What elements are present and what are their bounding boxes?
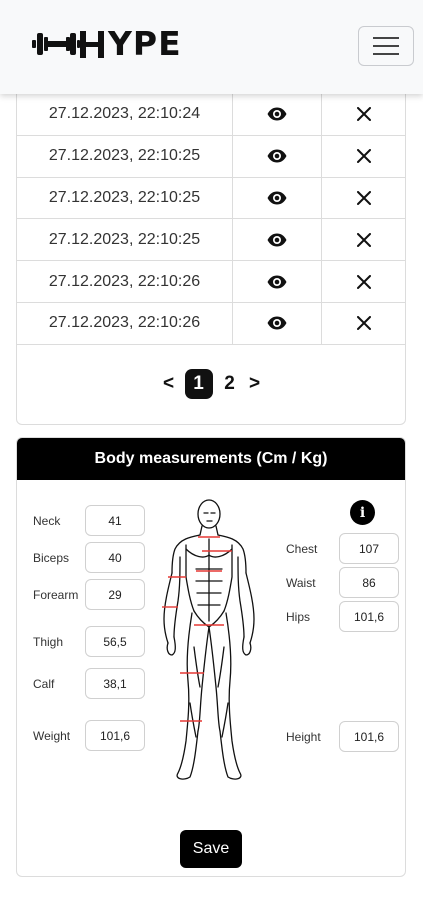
table-row: 27.12.2023, 22:10:26 [17, 302, 405, 345]
view-button[interactable] [233, 302, 322, 344]
delete-button[interactable] [322, 303, 405, 344]
delete-button[interactable] [322, 136, 405, 177]
hamburger-icon-line-1 [373, 37, 399, 39]
pagination-page-2[interactable]: 2 [221, 369, 239, 399]
row-date: 27.12.2023, 22:10:25 [17, 177, 233, 219]
chest-input[interactable]: 107 [339, 533, 399, 564]
hips-input[interactable]: 101,6 [339, 601, 399, 632]
neck-input[interactable]: 41 [85, 505, 145, 536]
height-input[interactable]: 101,6 [339, 721, 399, 752]
view-button[interactable] [233, 94, 322, 135]
biceps-row: Biceps [33, 551, 69, 565]
forearm-input[interactable]: 29 [85, 579, 145, 610]
logo[interactable]: YPE [32, 24, 182, 63]
info-icon[interactable]: i [350, 500, 375, 525]
hamburger-icon-line-2 [373, 45, 399, 47]
pagination-prev-button[interactable]: < [161, 369, 177, 399]
pagination: < 1 2 > [0, 366, 423, 402]
view-button[interactable] [233, 177, 322, 219]
thigh-input[interactable]: 56,5 [85, 626, 145, 657]
chest-label: Chest [286, 542, 318, 556]
neck-label: Neck [33, 514, 61, 528]
forearm-row: Forearm [33, 588, 78, 602]
measurements-title: Body measurements (Cm / Kg) [17, 438, 405, 480]
hamburger-icon-line-3 [373, 53, 399, 55]
hips-row: Hips [286, 610, 310, 624]
eye-icon [267, 316, 287, 330]
weight-label: Weight [33, 729, 71, 743]
table-row: 27.12.2023, 22:10:25 [17, 135, 405, 178]
pagination-next-button[interactable]: > [247, 369, 263, 399]
chest-row: Chest [286, 542, 317, 556]
table-row: 27.12.2023, 22:10:24 [17, 94, 405, 136]
forearm-label: Forearm [33, 588, 79, 602]
navbar: YPE [0, 0, 423, 94]
delete-button[interactable] [322, 261, 405, 302]
history-table: 27.12.2023, 22:10:24 27.12.2023, 22:10:25… [17, 94, 405, 345]
table-row: 27.12.2023, 22:10:25 [17, 219, 405, 262]
row-date: 27.12.2023, 22:10:24 [17, 94, 233, 135]
table-row: 27.12.2023, 22:10:25 [17, 177, 405, 220]
close-icon [356, 190, 371, 205]
hips-label: Hips [286, 610, 311, 624]
height-row: Height [286, 730, 321, 744]
eye-icon [267, 149, 287, 163]
row-date: 27.12.2023, 22:10:25 [17, 219, 233, 261]
row-date: 27.12.2023, 22:10:25 [17, 135, 233, 177]
height-label: Height [286, 730, 321, 744]
view-button[interactable] [233, 261, 322, 302]
row-date: 27.12.2023, 22:10:26 [17, 302, 233, 344]
eye-icon [267, 275, 287, 289]
biceps-label: Biceps [33, 551, 70, 565]
waist-input[interactable]: 86 [339, 567, 399, 598]
row-date: 27.12.2023, 22:10:26 [17, 261, 233, 302]
waist-label: Waist [286, 576, 316, 590]
thigh-row: Thigh [33, 635, 63, 649]
body-figure [162, 499, 255, 780]
save-button[interactable]: Save [180, 830, 242, 868]
view-button[interactable] [233, 219, 322, 261]
table-row: 27.12.2023, 22:10:26 [17, 261, 405, 303]
delete-button[interactable] [322, 219, 405, 260]
eye-icon [267, 233, 287, 247]
calf-label: Calf [33, 677, 55, 691]
eye-icon [267, 107, 287, 121]
calf-input[interactable]: 38,1 [85, 668, 145, 699]
neck-row: Neck [33, 514, 60, 528]
close-icon [356, 274, 371, 289]
menu-toggle-button[interactable] [358, 26, 414, 66]
calf-row: Calf [33, 677, 54, 691]
eye-icon [267, 191, 287, 205]
weight-input[interactable]: 101,6 [85, 720, 145, 751]
delete-button[interactable] [322, 94, 405, 135]
close-icon [356, 107, 371, 122]
waist-row: Waist [286, 576, 316, 590]
logo-letter-h [80, 31, 104, 58]
weight-row: Weight [33, 729, 70, 743]
view-button[interactable] [233, 135, 322, 177]
thigh-label: Thigh [33, 635, 64, 649]
close-icon [356, 149, 371, 164]
close-icon [356, 232, 371, 247]
pagination-page-1[interactable]: 1 [184, 369, 213, 399]
logo-text: YPE [108, 24, 182, 63]
biceps-input[interactable]: 40 [85, 542, 145, 573]
close-icon [356, 316, 371, 331]
delete-button[interactable] [322, 178, 405, 219]
dumbbell-icon [32, 33, 80, 55]
